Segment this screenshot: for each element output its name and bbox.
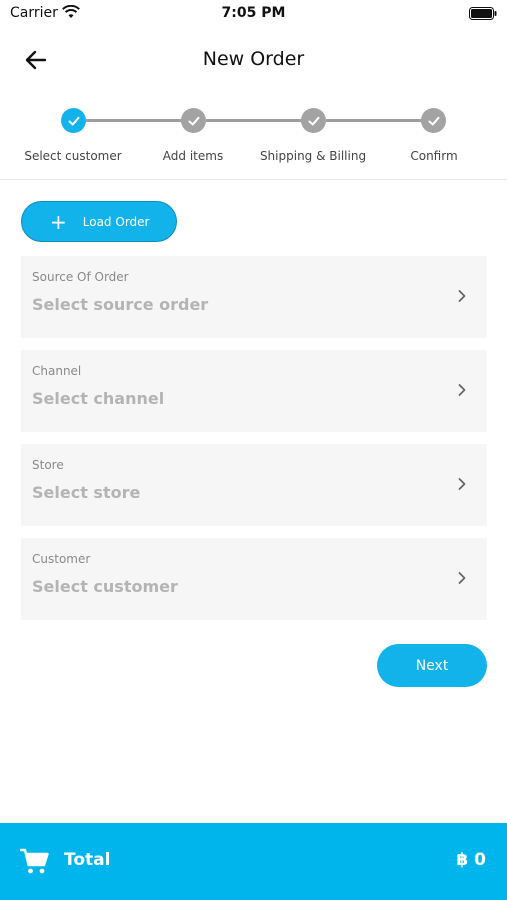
field-placeholder: Select store <box>32 483 141 502</box>
step-3-check-icon[interactable] <box>301 108 326 133</box>
field-label: Customer <box>32 552 91 566</box>
step-connector <box>326 119 422 122</box>
field-label: Source Of Order <box>32 270 129 284</box>
channel-field[interactable]: Channel Select channel <box>21 350 487 432</box>
step-2-check-icon[interactable] <box>181 108 206 133</box>
load-order-label: Load Order <box>82 214 150 229</box>
step-1-check-icon[interactable] <box>61 108 86 133</box>
plus-icon: + <box>50 209 67 234</box>
step-label-select-customer: Select customer <box>24 149 122 163</box>
field-label: Channel <box>32 364 82 378</box>
total-value: ฿ 0 <box>456 850 486 870</box>
source-of-order-field[interactable]: Source Of Order Select source order <box>21 256 487 338</box>
total-bar[interactable]: Total ฿ 0 <box>0 823 507 900</box>
field-placeholder: Select channel <box>32 389 165 408</box>
step-connector <box>86 119 182 122</box>
step-label-shipping-billing: Shipping & Billing <box>259 149 367 163</box>
battery-icon <box>469 7 497 20</box>
field-placeholder: Select customer <box>32 577 178 596</box>
status-time: 7:05 PM <box>221 5 286 21</box>
chevron-right-icon <box>458 384 466 396</box>
page-title: New Order <box>202 48 305 70</box>
step-4-check-icon[interactable] <box>421 108 446 133</box>
chevron-right-icon <box>458 572 466 584</box>
cart-icon <box>20 848 49 874</box>
field-label: Store <box>32 458 64 472</box>
load-order-button[interactable]: + Load Order <box>21 201 177 242</box>
chevron-right-icon <box>458 478 466 490</box>
total-label: Total <box>64 850 111 870</box>
field-placeholder: Select source order <box>32 295 209 314</box>
order-stepper: Select customer Add items Shipping & Bil… <box>0 100 507 180</box>
step-label-add-items: Add items <box>162 149 224 163</box>
next-button[interactable]: Next <box>377 644 487 687</box>
step-label-confirm: Confirm <box>410 149 458 163</box>
status-bar: Carrier 7:05 PM <box>0 0 507 28</box>
customer-field[interactable]: Customer Select customer <box>21 538 487 620</box>
step-connector <box>206 119 302 122</box>
chevron-right-icon <box>458 290 466 302</box>
store-field[interactable]: Store Select store <box>21 444 487 526</box>
